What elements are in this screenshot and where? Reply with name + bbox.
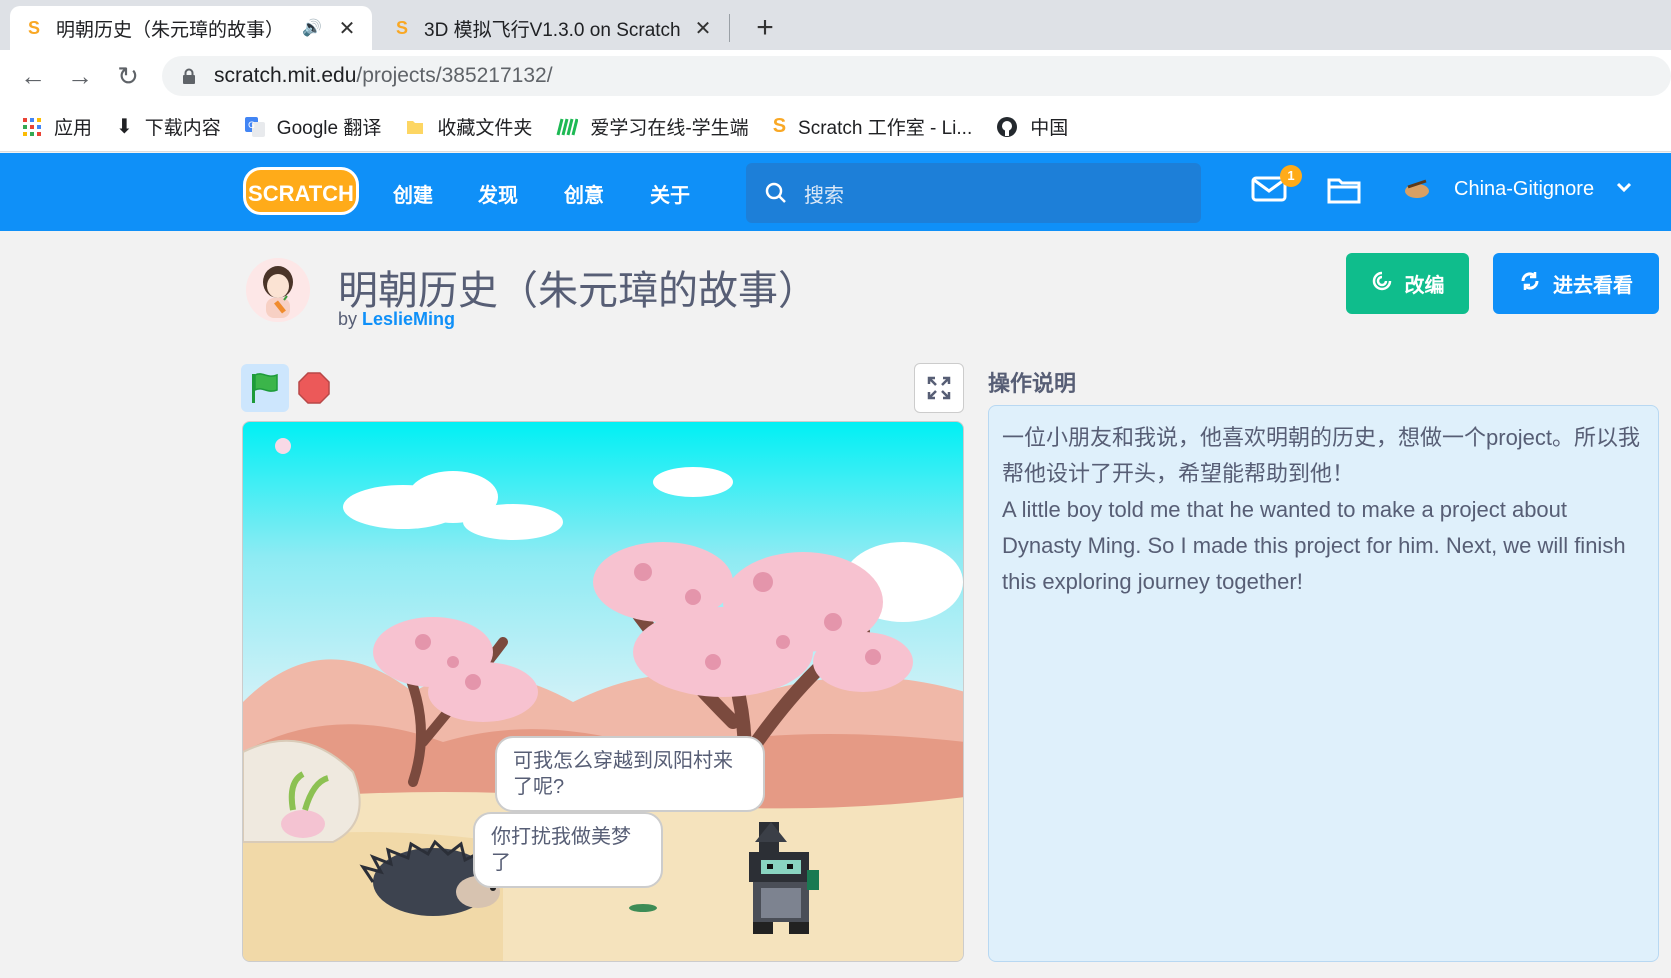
url-host: scratch.mit.edu	[214, 64, 357, 87]
scratch-icon: S	[772, 115, 787, 137]
instructions-text: 一位小朋友和我说，他喜欢明朝的历史，想做一个project。所以我帮他设计了开头…	[1002, 425, 1641, 594]
instructions-heading: 操作说明	[988, 371, 1077, 396]
bookmark-label: 中国	[1030, 118, 1069, 139]
close-tab-icon[interactable]: ✕	[336, 16, 358, 41]
address-bar[interactable]: scratch.mit.edu /projects/385217132/	[162, 56, 1671, 96]
browser-tab-active[interactable]: S 明朝历史（朱元璋的故事） 🔊 ✕	[10, 6, 372, 50]
browser-tab[interactable]: S 3D 模拟飞行V1.3.0 on Scratch ✕	[378, 6, 728, 50]
tab-title: 明朝历史（朱元璋的故事）	[56, 19, 285, 41]
browser-tab-strip: S 明朝历史（朱元璋的故事） 🔊 ✕ S 3D 模拟飞行V1.3.0 on Sc…	[0, 0, 1671, 50]
see-inside-icon	[1519, 270, 1541, 298]
nav-explore[interactable]: 发现	[478, 179, 518, 208]
bookmark-scratch-studio[interactable]: S Scratch 工作室 - Li...	[773, 113, 973, 140]
user-menu[interactable]: China-Gitignore	[1402, 177, 1632, 201]
aixuexi-icon	[556, 117, 579, 137]
remix-button[interactable]: 改编	[1346, 253, 1469, 314]
stop-icon	[298, 372, 330, 404]
download-icon: ⬇	[116, 116, 133, 138]
message-count-badge: 1	[1280, 165, 1302, 187]
github-icon	[996, 116, 1018, 138]
bookmark-google-translate[interactable]: G Google 翻译	[244, 113, 382, 140]
tab-separator	[729, 14, 730, 42]
tab-title: 3D 模拟飞行V1.3.0 on Scratch	[424, 19, 681, 41]
lock-icon	[182, 68, 196, 84]
google-translate-icon: G	[244, 116, 265, 137]
bookmark-label: 爱学习在线-学生端	[590, 118, 749, 139]
forward-button[interactable]: →	[64, 60, 96, 92]
chevron-down-icon	[1616, 180, 1632, 198]
bookmark-github[interactable]: 中国	[996, 113, 1068, 140]
scratch-favicon-icon: S	[395, 17, 408, 38]
reload-button[interactable]: ↻	[112, 60, 144, 92]
bookmark-apps[interactable]: 应用	[22, 113, 92, 140]
project-stage[interactable]: 可我怎么穿越到凤阳村来了呢? 你打扰我做美梦了	[242, 421, 964, 962]
user-avatar	[1402, 177, 1432, 201]
new-tab-button[interactable]: +	[745, 8, 785, 48]
search-placeholder: 搜索	[804, 184, 844, 207]
project-byline: by LeslieMing	[338, 309, 455, 330]
nav-about[interactable]: 关于	[650, 179, 690, 208]
speech-bubble: 可我怎么穿越到凤阳村来了呢?	[495, 736, 765, 812]
search-input[interactable]: 搜索	[746, 163, 1201, 223]
svg-text:G: G	[248, 121, 255, 131]
folder-icon	[405, 117, 425, 137]
browser-toolbar: ← → ↻ scratch.mit.edu /projects/38521713…	[0, 50, 1671, 102]
bookmarks-bar: 应用 ⬇ 下载内容 G Google 翻译 收藏文件夹 爱学习在线-学生端 S …	[0, 102, 1671, 152]
see-inside-button[interactable]: 进去看看	[1493, 253, 1659, 314]
url-path: /projects/385217132/	[356, 64, 553, 87]
bookmark-folder[interactable]: 收藏文件夹	[405, 113, 532, 140]
audio-playing-icon[interactable]: 🔊	[302, 18, 322, 38]
fullscreen-icon	[927, 376, 951, 400]
green-flag-icon	[252, 373, 278, 403]
scratch-favicon-icon: S	[27, 17, 40, 38]
bookmark-label: Google 翻译	[276, 118, 382, 139]
scratch-logo[interactable]: SCRATCH	[243, 167, 359, 215]
speech-bubble: 你打扰我做美梦了	[473, 812, 663, 888]
fullscreen-button[interactable]	[914, 363, 964, 413]
remix-label: 改编	[1404, 275, 1445, 297]
search-icon	[765, 182, 786, 203]
instructions-box[interactable]: 一位小朋友和我说，他喜欢明朝的历史，想做一个project。所以我帮他设计了开头…	[988, 405, 1659, 962]
bookmark-label: Scratch 工作室 - Li...	[798, 118, 973, 139]
by-label: by	[338, 309, 358, 329]
see-inside-label: 进去看看	[1553, 275, 1633, 297]
bookmark-aixuexi[interactable]: 爱学习在线-学生端	[556, 113, 749, 140]
back-button[interactable]: ←	[17, 60, 49, 92]
bookmark-label: 下载内容	[144, 118, 221, 139]
bookmark-label: 收藏文件夹	[437, 118, 533, 139]
scratch-navbar: SCRATCH 创建 发现 创意 关于 搜索 1 China-Gitignore	[0, 153, 1671, 231]
stop-button[interactable]	[296, 370, 332, 406]
my-stuff-folder-icon[interactable]	[1326, 175, 1362, 210]
bookmark-downloads[interactable]: ⬇ 下载内容	[116, 113, 221, 140]
green-flag-button[interactable]	[241, 364, 289, 412]
author-avatar[interactable]	[246, 258, 310, 322]
project-title: 明朝历史（朱元璋的故事）	[338, 268, 818, 314]
nav-create[interactable]: 创建	[393, 179, 433, 208]
remix-icon	[1371, 270, 1393, 298]
username: China-Gitignore	[1454, 177, 1595, 200]
nav-ideas[interactable]: 创意	[564, 179, 604, 208]
author-link[interactable]: LeslieMing	[362, 309, 455, 329]
bookmark-label: 应用	[54, 118, 93, 139]
close-tab-icon[interactable]: ✕	[692, 16, 714, 41]
apps-grid-icon	[22, 117, 42, 137]
